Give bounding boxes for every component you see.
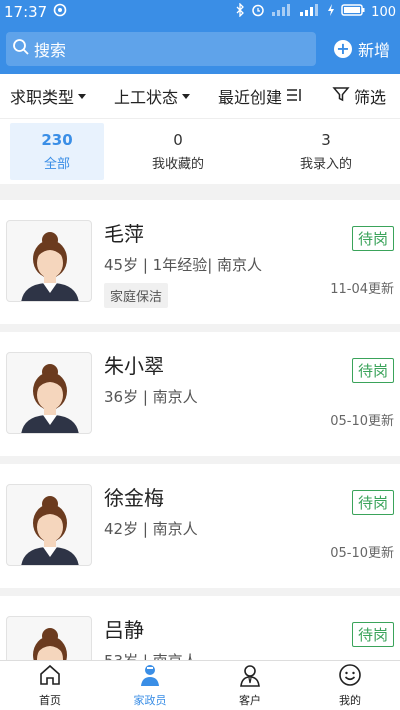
job-type-dropdown[interactable]: 求职类型 [10,84,87,108]
top-bar: 搜索 + 新增 [0,24,400,74]
worker-meta: 36岁 | 南京人 [104,388,198,406]
alarm-icon [251,3,265,21]
tab-mine[interactable]: 我的 [300,661,400,710]
worker-list: 毛萍 45岁 | 1年经验| 南京人 家庭保洁 待岗 11-04更新 朱小翠 3… [0,192,400,660]
notification-icon [53,3,67,21]
worker-name: 徐金梅 [104,486,164,510]
count-tab-all[interactable]: 230 全部 [10,123,104,180]
tab-home[interactable]: 首页 [0,661,100,710]
status-bar: 17:37 100 [0,0,400,24]
worker-name: 吕静 [104,618,144,642]
worker-card[interactable]: 朱小翠 36岁 | 南京人 待岗 05-10更新 [0,332,400,456]
status-badge: 待岗 [351,622,394,647]
filter-bar: 求职类型 上工状态 最近创建 筛选 [0,74,400,118]
tab-customer[interactable]: 客户 [200,661,300,710]
worker-icon [138,663,162,692]
avatar [6,352,92,434]
tab-label: 首页 [39,694,61,707]
plus-circle-icon: + [334,40,352,58]
worker-meta: 42岁 | 南京人 [104,520,198,538]
sort-lines-icon [286,87,302,106]
search-box[interactable]: 搜索 [6,32,316,66]
add-label: 新增 [358,41,391,60]
skill-tag: 家庭保洁 [104,283,169,308]
worker-meta: 45岁 | 1年经验| 南京人 [104,256,263,274]
status-time: 17:37 [4,3,48,21]
tab-worker[interactable]: 家政员 [100,661,200,710]
count-number: 0 [173,131,183,149]
count-number: 230 [41,131,73,149]
count-number: 3 [321,131,331,149]
updated-time: 11-04更新 [330,282,394,297]
bottom-tab-bar: 首页 家政员 客户 我的 [0,660,400,710]
status-badge: 待岗 [351,490,394,515]
add-button[interactable]: + 新增 [334,37,390,61]
status-badge: 待岗 [351,358,394,383]
job-type-label: 求职类型 [10,88,75,107]
home-icon [38,663,62,692]
count-tab-mine[interactable]: 3 我录入的 [252,119,400,184]
sort-dropdown[interactable]: 最近创建 [218,84,302,108]
updated-time: 05-10更新 [330,414,394,429]
count-label: 我录入的 [299,157,352,172]
worker-name: 朱小翠 [104,354,164,378]
bluetooth-icon [235,2,245,21]
avatar [6,484,92,566]
signal-icon [271,4,293,20]
updated-time: 05-10更新 [330,546,394,561]
caret-down-icon [182,93,191,99]
worker-name: 毛萍 [104,222,144,246]
count-label: 我收藏的 [151,157,204,172]
work-status-dropdown[interactable]: 上工状态 [114,84,191,108]
count-label: 全部 [43,157,70,172]
smile-icon [338,663,362,692]
customer-icon [238,663,262,692]
signal-icon-2 [299,4,321,20]
count-tabs: 230 全部 0 我收藏的 3 我录入的 [0,118,400,184]
worker-meta: 53岁 | 南京人 [104,650,198,660]
battery-icon [341,4,365,20]
tab-label: 家政员 [133,694,167,707]
avatar [6,616,92,660]
filter-button[interactable]: 筛选 [332,84,386,108]
filter-label: 筛选 [354,88,387,107]
battery-level: 100 [371,4,396,20]
tab-label: 我的 [339,694,361,707]
sort-label: 最近创建 [218,88,283,107]
search-icon [12,38,34,60]
funnel-icon [332,85,350,107]
status-badge: 待岗 [351,226,394,251]
caret-down-icon [78,93,87,99]
charging-icon [327,4,335,20]
count-tab-favorites[interactable]: 0 我收藏的 [104,119,252,184]
tab-label: 客户 [239,694,261,707]
avatar [6,220,92,302]
worker-card[interactable]: 毛萍 45岁 | 1年经验| 南京人 家庭保洁 待岗 11-04更新 [0,200,400,324]
worker-card[interactable]: 吕静 53岁 | 南京人 待岗 [0,596,400,660]
work-status-label: 上工状态 [114,88,179,107]
search-placeholder: 搜索 [34,41,67,60]
worker-card[interactable]: 徐金梅 42岁 | 南京人 待岗 05-10更新 [0,464,400,588]
